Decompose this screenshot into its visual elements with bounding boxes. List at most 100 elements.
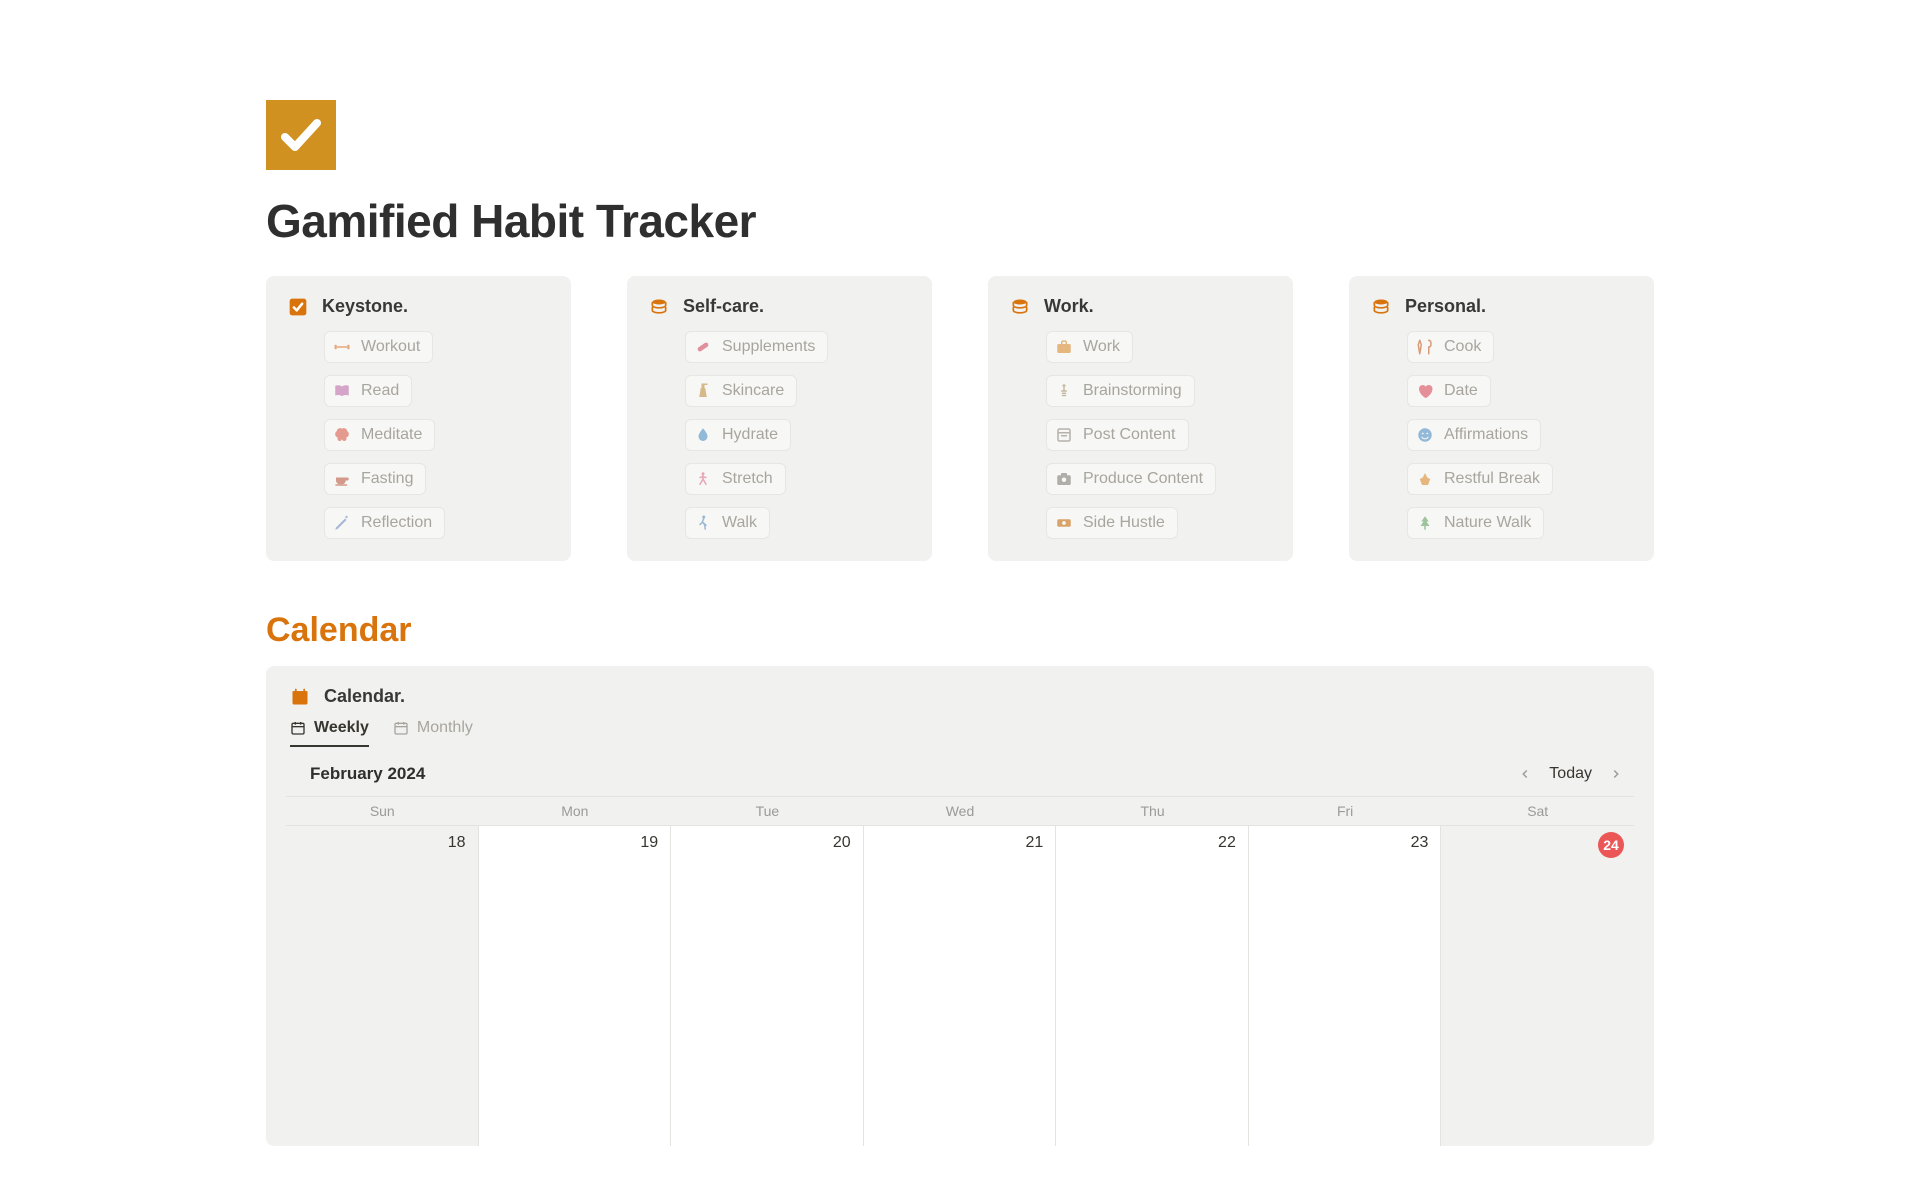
habit-tag-label: Stretch (722, 470, 773, 488)
lotion-icon (694, 382, 712, 400)
habit-tag-label: Restful Break (1444, 470, 1540, 488)
heart-icon (1416, 382, 1434, 400)
habit-card: Work. Work Brainstorming Post Content Produc… (988, 276, 1293, 561)
habit-tag-list: Workout Read Meditate Fasting Reflection (288, 331, 549, 539)
calendar-grid-icon (393, 720, 409, 736)
smile-icon (1416, 426, 1434, 444)
habit-tag-label: Skincare (722, 382, 784, 400)
habit-tag-label: Workout (361, 338, 420, 356)
calendar-today-button[interactable]: Today (1549, 765, 1592, 783)
pill-icon (694, 338, 712, 356)
brain-icon (333, 426, 351, 444)
habit-tag[interactable]: Read (324, 375, 412, 407)
habit-tag-label: Date (1444, 382, 1478, 400)
praise-icon (1416, 470, 1434, 488)
calendar-date: 18 (448, 834, 466, 852)
habit-tag[interactable]: Date (1407, 375, 1491, 407)
calendar-date: 19 (640, 834, 658, 852)
habit-tag[interactable]: Skincare (685, 375, 797, 407)
card-header: Work. (1010, 296, 1271, 317)
habit-tag[interactable]: Brainstorming (1046, 375, 1195, 407)
habit-card: Keystone. Workout Read Meditate Fasting Refle… (266, 276, 571, 561)
habit-tag[interactable]: Restful Break (1407, 463, 1553, 495)
habit-tag[interactable]: Affirmations (1407, 419, 1541, 451)
checkbox-icon (288, 297, 308, 317)
habit-tag[interactable]: Work (1046, 331, 1133, 363)
habit-tag[interactable]: Side Hustle (1046, 507, 1178, 539)
stretch-icon (694, 470, 712, 488)
calendar-next-button[interactable] (1608, 766, 1624, 782)
calendar-day-header: Sun (286, 797, 479, 825)
calendar-icon (290, 687, 310, 707)
card-header: Self-care. (649, 296, 910, 317)
calendar-toolbar: February 2024 Today (286, 748, 1634, 796)
calendar-month-label: February 2024 (310, 764, 425, 784)
habit-tag[interactable]: Walk (685, 507, 770, 539)
calendar-cell[interactable]: 22 (1056, 826, 1249, 1146)
habit-tag[interactable]: Nature Walk (1407, 507, 1544, 539)
calendar-tabs: Weekly Monthly (286, 719, 1634, 748)
dumbbell-icon (333, 338, 351, 356)
habit-tag-label: Meditate (361, 426, 422, 444)
calendar-cell[interactable]: 20 (671, 826, 864, 1146)
calendar-cell[interactable]: 19 (479, 826, 672, 1146)
habit-tag-label: Side Hustle (1083, 514, 1165, 532)
calendar-panel: Calendar. Weekly Monthly February 2024 To… (266, 666, 1654, 1146)
habit-tag-label: Cook (1444, 338, 1481, 356)
habit-tag[interactable]: Stretch (685, 463, 786, 495)
calendar-day-header: Tue (671, 797, 864, 825)
habit-tag-label: Produce Content (1083, 470, 1203, 488)
card-title: Self-care. (683, 296, 764, 317)
habit-tag-label: Fasting (361, 470, 413, 488)
calendar-panel-title: Calendar. (324, 686, 405, 707)
card-title: Personal. (1405, 296, 1486, 317)
card-header: Personal. (1371, 296, 1632, 317)
habit-tag-label: Supplements (722, 338, 815, 356)
utensil-icon (1416, 338, 1434, 356)
habit-tag-label: Post Content (1083, 426, 1176, 444)
money-icon (1055, 514, 1073, 532)
calendar-tab-weekly[interactable]: Weekly (290, 719, 369, 747)
calendar-tab-monthly[interactable]: Monthly (393, 719, 473, 747)
book-icon (333, 382, 351, 400)
calendar-day-headers: SunMonTueWedThuFriSat (286, 796, 1634, 826)
tree-icon (1416, 514, 1434, 532)
calendar-cell[interactable]: 23 (1249, 826, 1442, 1146)
calendar-cell[interactable]: 24 (1441, 826, 1634, 1146)
calendar-date: 22 (1218, 834, 1236, 852)
habit-tag-list: Work Brainstorming Post Content Produce Con… (1010, 331, 1271, 539)
card-title: Keystone. (322, 296, 408, 317)
habit-tag-label: Hydrate (722, 426, 778, 444)
habit-tag[interactable]: Produce Content (1046, 463, 1216, 495)
page-hero-icon (266, 100, 336, 170)
calendar-heading: Calendar (266, 611, 1654, 650)
calendar-date: 20 (833, 834, 851, 852)
habit-tag[interactable]: Supplements (685, 331, 828, 363)
camera-icon (1055, 470, 1073, 488)
habit-tag[interactable]: Fasting (324, 463, 426, 495)
calendar-day-header: Thu (1056, 797, 1249, 825)
habit-card: Self-care. Supplements Skincare Hydrate Stre… (627, 276, 932, 561)
habit-tag[interactable]: Hydrate (685, 419, 791, 451)
calendar-grid: 18 19 20 21 22 2324 (286, 826, 1634, 1146)
page-title: Gamified Habit Tracker (266, 194, 1654, 248)
habit-tag[interactable]: Cook (1407, 331, 1494, 363)
calendar-cell[interactable]: 21 (864, 826, 1057, 1146)
habit-cards-row: Keystone. Workout Read Meditate Fasting Refle… (266, 276, 1654, 561)
card-title: Work. (1044, 296, 1094, 317)
pencil-icon (333, 514, 351, 532)
stack-icon (1010, 297, 1030, 317)
habit-tag[interactable]: Meditate (324, 419, 435, 451)
habit-tag-label: Affirmations (1444, 426, 1528, 444)
calendar-tab-label: Weekly (314, 719, 369, 737)
calendar-cell[interactable]: 18 (286, 826, 479, 1146)
habit-tag[interactable]: Workout (324, 331, 433, 363)
calendar-prev-button[interactable] (1517, 766, 1533, 782)
calendar-tab-label: Monthly (417, 719, 473, 737)
stack-icon (1371, 297, 1391, 317)
calendar-panel-header: Calendar. (290, 686, 1634, 707)
droplet-icon (694, 426, 712, 444)
habit-tag[interactable]: Post Content (1046, 419, 1189, 451)
calendar-date: 21 (1025, 834, 1043, 852)
habit-tag[interactable]: Reflection (324, 507, 445, 539)
